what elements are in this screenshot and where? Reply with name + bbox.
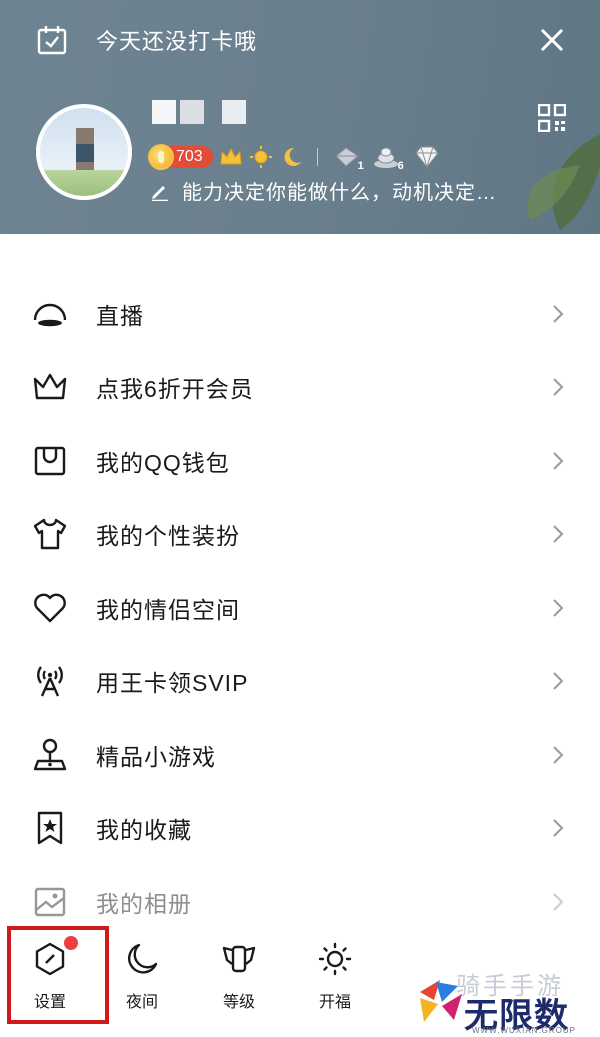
gem-badge-1: 1 <box>332 144 364 172</box>
leaf-decoration-icon <box>527 134 600 230</box>
level-badge[interactable]: 703 <box>148 144 213 170</box>
chevron-right-icon <box>553 378 564 396</box>
qr-code-icon[interactable] <box>538 104 566 132</box>
avatar[interactable] <box>36 104 132 200</box>
checkin-text: 今天还没打卡哦 <box>96 29 258 54</box>
photo-album-icon <box>34 887 66 916</box>
chevron-right-icon <box>553 452 564 470</box>
level-badge-value: 703 <box>176 148 203 165</box>
chevron-right-icon <box>553 525 564 543</box>
badges-row[interactable]: 703 1 6 <box>148 144 452 172</box>
moon-icon <box>128 943 158 974</box>
menu-item-label: 直播 <box>96 302 144 329</box>
menu-item-couple-space[interactable]: 我的情侣空间 <box>0 571 600 645</box>
heart-icon <box>34 593 66 622</box>
menu-item-mini-games[interactable]: 精品小游戏 <box>0 718 600 792</box>
coin-icon <box>148 144 174 170</box>
menu-item-favorites[interactable]: 我的收藏 <box>0 792 600 866</box>
calendar-check-icon <box>37 26 67 55</box>
edit-pencil-icon <box>152 185 168 201</box>
close-icon[interactable] <box>540 28 564 52</box>
menu-item-label: 我的收藏 <box>96 817 192 844</box>
nickname-blurred <box>152 100 246 124</box>
watermark-url: WWW.WUXIAN.GROUP <box>472 1026 576 1035</box>
chevron-right-icon <box>553 893 564 911</box>
drawer-menu: 直播 点我6折开会员 我的QQ钱包 我的个性装扮 我的情侣空间 用王卡领SVIP… <box>0 277 600 939</box>
menu-item-label: 用王卡领SVIP <box>96 670 249 697</box>
tshirt-icon <box>33 519 67 550</box>
menu-item-label: 我的QQ钱包 <box>96 449 230 476</box>
chevron-right-icon <box>553 672 564 690</box>
diamond-white-icon <box>415 146 439 169</box>
menu-item-label: 点我6折开会员 <box>96 376 254 403</box>
level-label: 等级 <box>222 994 255 1011</box>
antenna-icon <box>37 666 63 697</box>
night-label: 夜间 <box>125 994 158 1011</box>
menu-item-live[interactable]: 直播 <box>0 277 600 351</box>
checkin-bar[interactable]: 今天还没打卡哦 <box>36 22 257 58</box>
gem-count-1: 1 <box>357 160 364 172</box>
notification-dot <box>64 936 78 950</box>
chevron-right-icon <box>553 746 564 764</box>
crown-icon <box>33 374 67 400</box>
menu-item-kingcard-svip[interactable]: 用王卡领SVIP <box>0 645 600 719</box>
crown-medal-icon <box>220 147 242 165</box>
blessing-button[interactable]: 开福 <box>305 942 365 1012</box>
menu-item-label: 我的情侣空间 <box>96 596 240 623</box>
menu-item-dressup[interactable]: 我的个性装扮 <box>0 498 600 572</box>
chevron-right-icon <box>553 599 564 617</box>
moon-medal-icon <box>284 147 301 166</box>
level-button[interactable]: 等级 <box>209 942 269 1012</box>
signature[interactable]: 能力决定你能做什么，动机决定… <box>150 176 497 205</box>
menu-item-vip[interactable]: 点我6折开会员 <box>0 351 600 425</box>
sun-medal-icon <box>249 146 272 168</box>
gem-badge-2: 6 <box>372 144 404 172</box>
gem-count-2: 6 <box>397 160 404 172</box>
wallet-icon <box>34 446 66 475</box>
chevron-right-icon <box>553 819 564 837</box>
avatar-image <box>40 108 128 196</box>
live-icon <box>33 303 67 326</box>
bookmark-star-icon <box>37 812 63 845</box>
gem-badge-3 <box>412 144 442 170</box>
joystick-icon <box>33 738 67 770</box>
wings-badge-icon <box>222 945 256 973</box>
menu-item-label: 我的相册 <box>96 890 192 917</box>
profile-header: 今天还没打卡哦 703 1 6 能力决定你能做什么，动机决定… <box>0 0 600 234</box>
menu-item-label: 精品小游戏 <box>96 743 216 770</box>
chevron-right-icon <box>553 305 564 323</box>
watermark: 骑手手游 无限数码 WWW.WUXIAN.GROUP <box>414 966 600 1037</box>
menu-item-label: 我的个性装扮 <box>96 523 240 550</box>
blessing-label: 开福 <box>318 994 351 1011</box>
settings-highlight-box <box>7 926 109 1024</box>
signature-text: 能力决定你能做什么，动机决定… <box>182 182 497 204</box>
menu-item-wallet[interactable]: 我的QQ钱包 <box>0 424 600 498</box>
brand-logo-icon <box>420 980 462 1022</box>
sun-icon <box>318 942 352 976</box>
night-mode-button[interactable]: 夜间 <box>112 942 172 1012</box>
badge-separator <box>316 148 318 166</box>
